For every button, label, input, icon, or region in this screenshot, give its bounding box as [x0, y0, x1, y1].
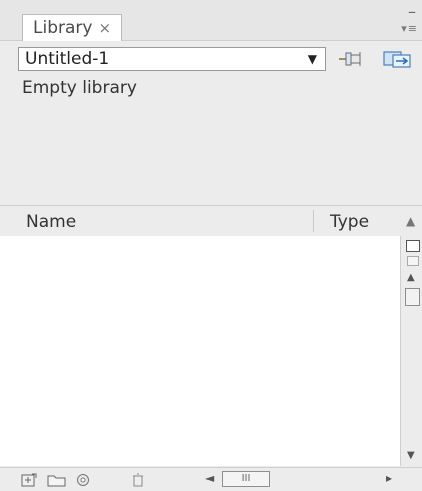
- vertical-scrollbar[interactable]: ▲ ▼: [400, 236, 422, 466]
- column-name[interactable]: Name: [26, 212, 76, 232]
- new-symbol-icon[interactable]: [20, 472, 38, 488]
- document-bar: Untitled-1 ▼: [0, 41, 422, 77]
- scroll-box-icon: [406, 240, 420, 252]
- document-select-value: Untitled-1: [25, 49, 110, 69]
- pin-icon[interactable]: [338, 49, 364, 69]
- preview-area: [18, 104, 422, 204]
- minimize-icon[interactable]: –: [408, 4, 416, 20]
- scroll-thumb[interactable]: [405, 288, 420, 306]
- scroll-box-small-icon: [407, 256, 419, 266]
- column-divider[interactable]: [313, 210, 314, 232]
- new-folder-icon[interactable]: [46, 472, 68, 488]
- close-icon[interactable]: ×: [98, 19, 111, 37]
- library-status: Empty library: [22, 78, 137, 98]
- horizontal-scroll-thumb[interactable]: III: [222, 471, 270, 487]
- column-type[interactable]: Type: [330, 212, 369, 232]
- sort-up-icon[interactable]: ▲: [406, 214, 415, 228]
- scroll-down-icon[interactable]: ▼: [407, 450, 415, 461]
- properties-icon[interactable]: [74, 472, 92, 488]
- tab-library-label: Library: [33, 18, 93, 38]
- delete-icon[interactable]: [130, 472, 146, 488]
- library-items-list[interactable]: [0, 236, 400, 466]
- library-panel: Library × – ▾≡ Untitled-1 ▼ Empty librar…: [0, 0, 422, 491]
- bottom-toolbar: ◄ III ▸: [0, 467, 422, 491]
- scroll-up-icon[interactable]: ▲: [407, 272, 415, 283]
- scroll-left-icon[interactable]: ◄: [205, 471, 214, 485]
- new-library-panel-icon[interactable]: [382, 49, 412, 69]
- scroll-right-icon[interactable]: ▸: [386, 471, 392, 485]
- column-header: Name Type ▲: [0, 205, 422, 237]
- panel-titlebar: Library × – ▾≡: [0, 0, 422, 41]
- tab-library[interactable]: Library ×: [22, 14, 123, 41]
- panel-menu-icon[interactable]: ▾≡: [401, 22, 418, 35]
- document-select[interactable]: Untitled-1 ▼: [18, 47, 326, 71]
- chevron-down-icon[interactable]: ▼: [308, 48, 317, 70]
